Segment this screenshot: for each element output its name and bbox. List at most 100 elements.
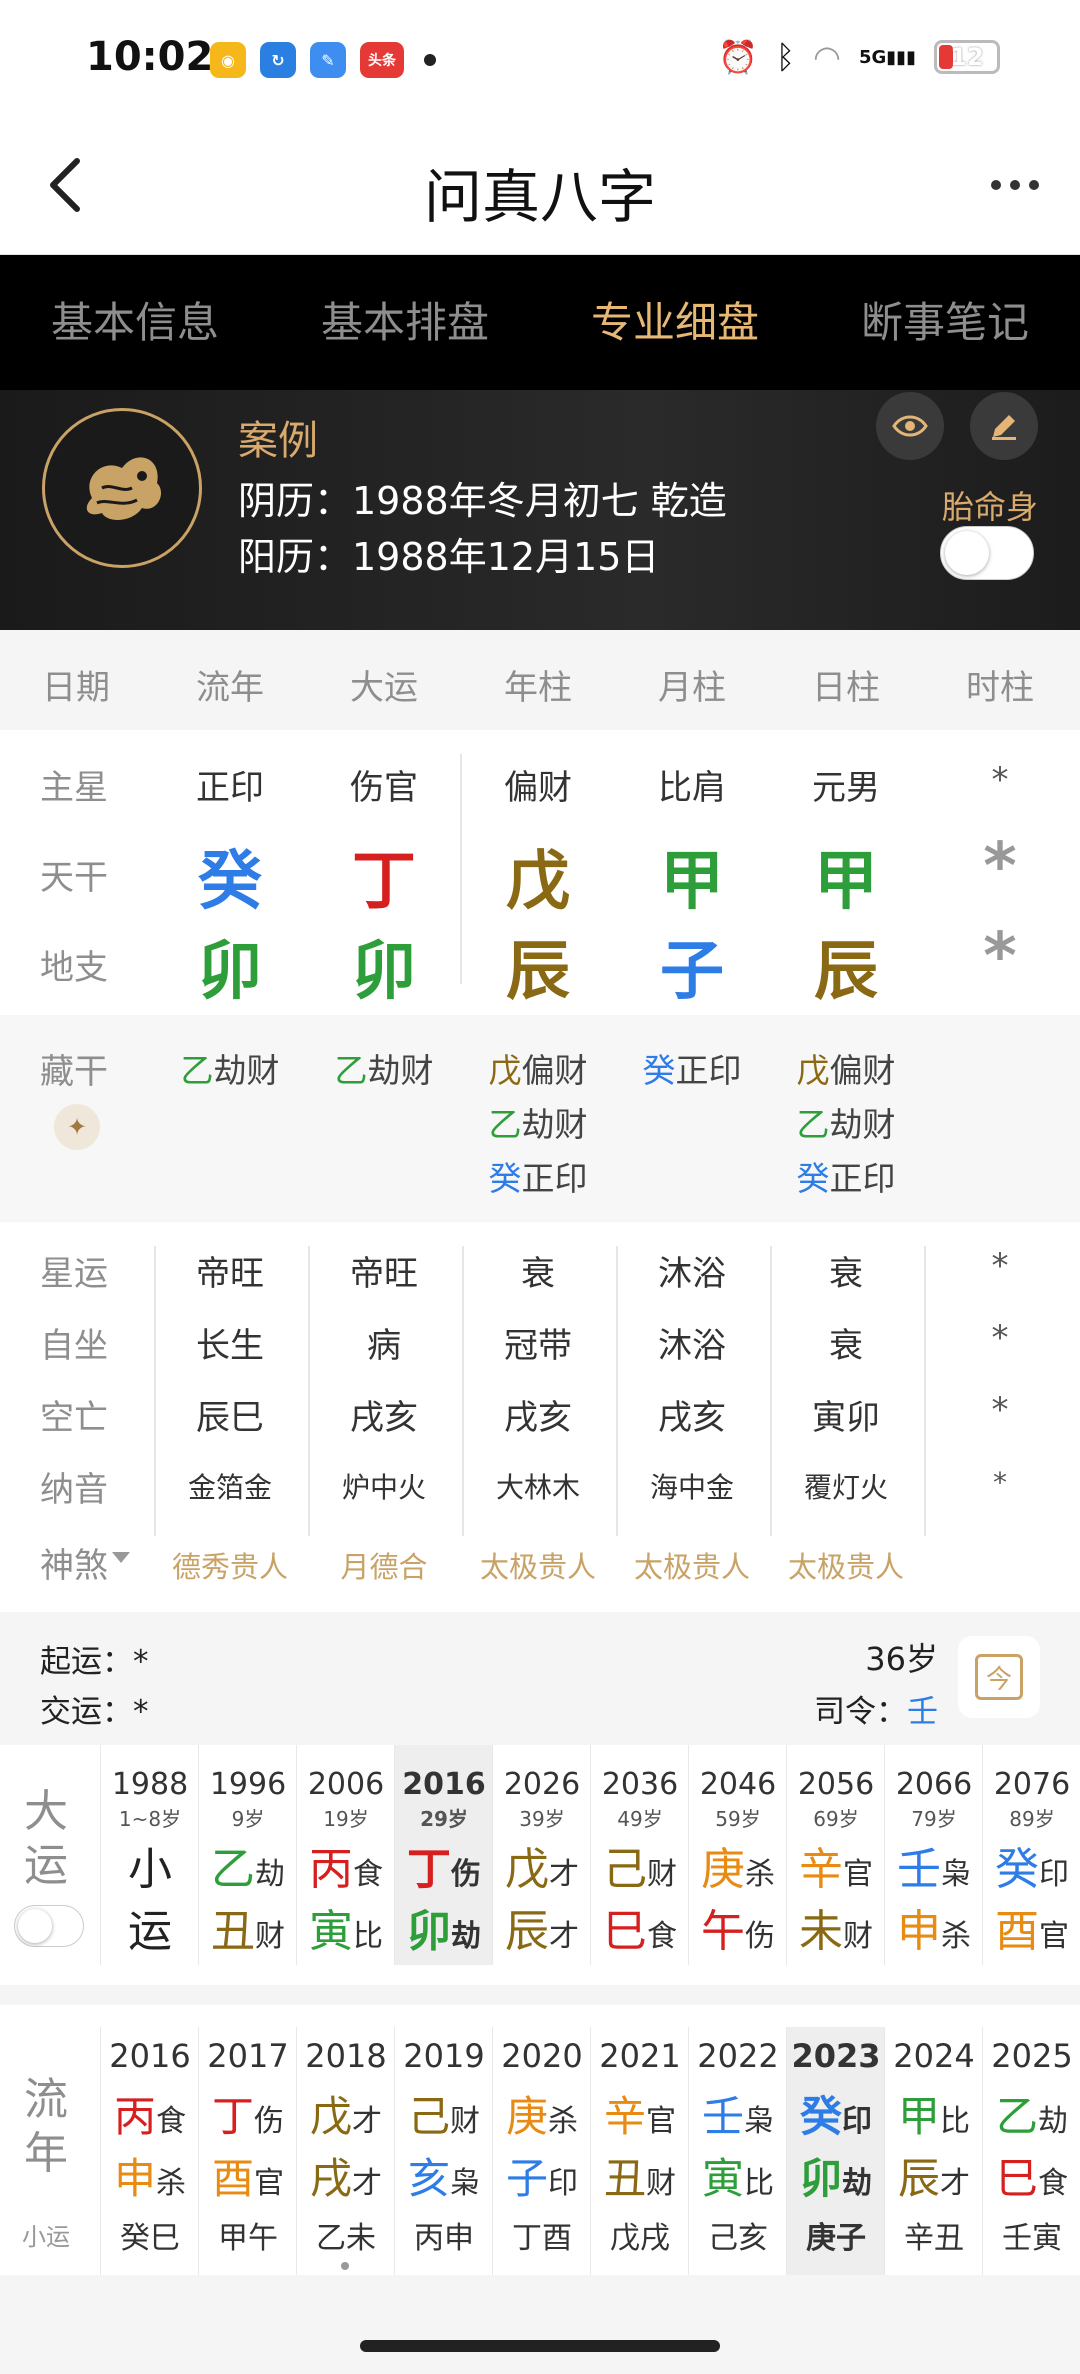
- dayun-column[interactable]: 1996 9岁 乙劫 丑财: [198, 1745, 296, 1965]
- view-button[interactable]: [876, 392, 944, 460]
- liunian-column[interactable]: 2017 丁伤 酉官 甲午: [198, 2027, 296, 2275]
- dayun-age: 79岁: [911, 1807, 957, 1831]
- kongwang-value: 辰巳: [196, 1398, 264, 1438]
- shensha-value: 太极贵人: [633, 1550, 750, 1584]
- dayun-column[interactable]: 2046 59岁 庚杀 午伤: [688, 1745, 786, 1965]
- zizuo-value: 病: [367, 1326, 401, 1366]
- dayun-zhi-shishen: 才: [549, 1919, 579, 1954]
- canggan-gan: 乙: [488, 1105, 522, 1144]
- dropdown-triangle-icon[interactable]: [112, 1552, 130, 1563]
- dayun-gan-char: 己: [603, 1844, 647, 1895]
- tab-basic-chart[interactable]: 基本排盘: [270, 255, 540, 390]
- dayun-year: 2066: [895, 1767, 973, 1802]
- liunian-column[interactable]: 2019 己财 亥枭 丙申: [394, 2027, 492, 2275]
- canggan-gan: 癸: [488, 1159, 522, 1198]
- today-button[interactable]: 今: [958, 1636, 1040, 1718]
- xingyun-value: 帝旺: [196, 1254, 264, 1294]
- liunian-zhi-shishen: 财: [646, 2166, 676, 2201]
- liunian-zhi-shishen: 枭: [450, 2166, 480, 2201]
- home-indicator[interactable]: [360, 2340, 720, 2352]
- liunian-zhi-shishen: 劫: [842, 2166, 872, 2201]
- tab-pro-chart[interactable]: 专业细盘: [540, 255, 810, 390]
- dayun-column[interactable]: 1988 1~8岁小运: [100, 1745, 198, 1965]
- dayun-column[interactable]: 2066 79岁 壬枭 申杀: [884, 1745, 982, 1965]
- edit-button[interactable]: [970, 392, 1038, 460]
- dayun-age: 29岁: [420, 1807, 468, 1831]
- dayun-zhi: 卯劫: [395, 1895, 493, 1959]
- liunian-column[interactable]: 2021 辛官 丑财 戊戌: [590, 2027, 688, 2275]
- pin-icon: ✦: [66, 1113, 88, 1141]
- toggle-label: 胎命身: [941, 488, 1038, 526]
- liunian-gan: 壬枭: [689, 2083, 787, 2144]
- dayun-year: 1988: [111, 1767, 189, 1802]
- canggan-shishen: 正印: [675, 1051, 742, 1090]
- liunian-column[interactable]: 2020 庚杀 子印 丁酉: [492, 2027, 590, 2275]
- qiyun-start-value: *: [133, 1644, 149, 1680]
- dayun-column[interactable]: 2076 89岁 癸印 酉官: [982, 1745, 1080, 1965]
- liunian-zhi-shishen: 才: [352, 2166, 382, 2201]
- liunian-gan-shishen: 印: [842, 2104, 872, 2139]
- liunian-column[interactable]: 2022 壬枭 寅比 己亥: [688, 2027, 786, 2275]
- taimingshen-toggle[interactable]: [940, 526, 1034, 580]
- tab-notes[interactable]: 断事笔记: [810, 255, 1080, 390]
- liunian-column[interactable]: 2025 乙劫 巳食 壬寅: [982, 2027, 1080, 2275]
- dayun-year: 2056: [797, 1767, 875, 1802]
- nayin-value: 炉中火: [341, 1471, 426, 1504]
- more-button[interactable]: [980, 160, 1050, 210]
- canggan-item: 乙劫财: [771, 1098, 921, 1146]
- liunian-column[interactable]: 2023 癸印 卯劫 庚子: [786, 2027, 884, 2275]
- canggan-gan: 癸: [642, 1051, 676, 1090]
- liunian-zhi: 寅比: [689, 2145, 787, 2206]
- liunian-gan-char: 癸: [799, 2092, 842, 2141]
- dayun-year: 2076: [993, 1767, 1071, 1802]
- liunian-column[interactable]: 2024 甲比 辰才 辛丑: [884, 2027, 982, 2275]
- dayun-column[interactable]: 2026 39岁 戊才 辰才: [492, 1745, 590, 1965]
- canggan-gan: 乙: [180, 1051, 214, 1090]
- liunian-zhi-char: 申: [113, 2154, 156, 2203]
- dayun-column[interactable]: 2006 19岁 丙食 寅比: [296, 1745, 394, 1965]
- page-title: 问真八字: [423, 163, 656, 231]
- canggan-gan: 乙: [796, 1105, 830, 1144]
- tiangan-label: 天干: [40, 858, 108, 898]
- dayun-zhi-char: 未: [799, 1906, 843, 1957]
- liunian-zhi: 子印: [493, 2145, 591, 2206]
- liunian-panel: 流 年 小运 2016 丙食 申杀 癸巳 2017 丁伤 酉官 甲午 2018 戊才 戌才 乙未 201…: [0, 2005, 1080, 2275]
- canggan-shishen: 正印: [829, 1159, 896, 1198]
- dayun-column[interactable]: 2036 49岁 己财 巳食: [590, 1745, 688, 1965]
- liunian-gan-shishen: 比: [940, 2104, 970, 2139]
- kongwang-value: 戌亥: [350, 1398, 418, 1438]
- tab-basic-info[interactable]: 基本信息: [0, 255, 270, 390]
- dayun-gan: 癸印: [983, 1833, 1080, 1897]
- liunian-column[interactable]: 2016 丙食 申杀 癸巳: [100, 2027, 198, 2275]
- dayun-zhi-char: 丑: [211, 1906, 255, 1957]
- eye-icon: [892, 415, 928, 437]
- xingyun-value: 衰: [521, 1254, 555, 1294]
- xiaoyun-value: 甲午: [218, 2221, 278, 2256]
- canggan-item: 乙劫财: [463, 1098, 613, 1146]
- column-header-6: 时柱: [966, 668, 1034, 708]
- xiaoyun-value: 癸巳: [120, 2221, 180, 2256]
- liunian-gan: 己财: [395, 2083, 493, 2144]
- dayun-gan-char: 丁: [407, 1844, 451, 1895]
- liunian-gan-char: 戊: [309, 2092, 352, 2141]
- dayun-age: 49岁: [617, 1807, 663, 1831]
- dayun-column[interactable]: 2016 29岁 丁伤 卯劫: [394, 1745, 492, 1965]
- dayun-toggle[interactable]: [14, 1905, 84, 1947]
- nayin-value: 大林木: [495, 1471, 580, 1504]
- liunian-zhi: 戌才: [297, 2145, 395, 2206]
- xiaoyun-value: 乙未: [316, 2221, 376, 2256]
- zizuo-value: 冠带: [504, 1326, 572, 1366]
- dayun-column[interactable]: 2056 69岁 辛官 未财: [786, 1745, 884, 1965]
- dayun-year: 2016: [402, 1767, 486, 1802]
- column-header-0: 日期: [42, 668, 110, 708]
- dayun-zhi-shishen: 官: [1039, 1919, 1069, 1954]
- pin-button[interactable]: ✦: [54, 1104, 100, 1150]
- dizhi-value: 卯: [352, 935, 416, 1009]
- dayun-zhi-char: 午: [701, 1906, 745, 1957]
- dayun-gan: 壬枭: [885, 1833, 983, 1897]
- dayun-gan-char: 戊: [505, 1844, 549, 1895]
- profile-name: 案例: [238, 418, 318, 464]
- xiaoyun-value: 庚子: [806, 2221, 866, 2256]
- liunian-column[interactable]: 2018 戊才 戌才 乙未: [296, 2027, 394, 2275]
- column-header-4: 月柱: [658, 668, 726, 708]
